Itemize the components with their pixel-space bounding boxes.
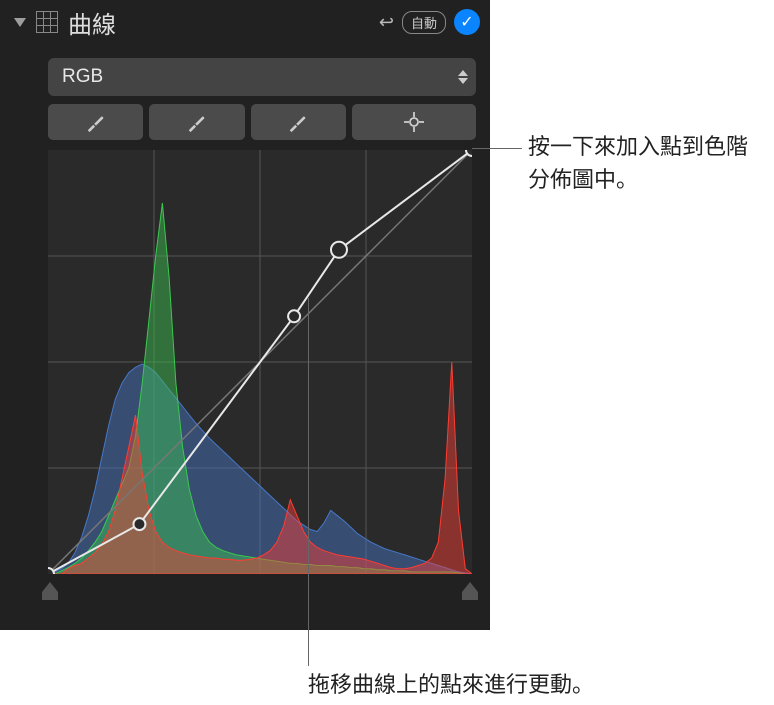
auto-button[interactable]: 自動 [402,11,446,34]
enabled-checkmark-icon[interactable]: ✓ [454,9,480,35]
disclosure-triangle-icon[interactable] [14,18,26,27]
gray-point-eyedropper-button[interactable] [149,104,244,140]
add-point-annotation: 按一下來加入點到色階分佈圖中。 [528,130,758,196]
white-point-eyedropper-button[interactable] [251,104,346,140]
eyedropper-icon [287,111,309,133]
curves-icon [36,11,58,33]
panel-header: 曲線 ↩ 自動 ✓ [0,0,490,44]
white-point-slider[interactable] [462,582,478,600]
black-point-slider[interactable] [42,582,58,600]
add-point-icon [402,110,426,134]
panel-title: 曲線 [68,5,369,40]
updown-arrows-icon [458,70,468,84]
curve-point[interactable] [133,518,145,530]
undo-icon[interactable]: ↩ [379,12,394,33]
curves-histogram[interactable] [48,150,472,574]
leader-line [472,148,522,149]
curves-panel: 曲線 ↩ 自動 ✓ RGB [0,0,490,630]
curve-point[interactable] [331,242,347,258]
channel-selected-label: RGB [62,66,458,88]
channel-select[interactable]: RGB [48,58,476,96]
bw-slider-track [48,582,476,602]
black-point-eyedropper-button[interactable] [48,104,143,140]
eyedropper-icon [186,111,208,133]
leader-line [308,298,309,666]
eyedropper-row [48,104,476,140]
drag-point-annotation: 拖移曲線上的點來進行更動。 [308,668,594,701]
header-controls: ↩ 自動 ✓ [379,9,480,35]
curve-point[interactable] [288,310,300,322]
eyedropper-icon [85,111,107,133]
add-point-button[interactable] [352,104,476,140]
